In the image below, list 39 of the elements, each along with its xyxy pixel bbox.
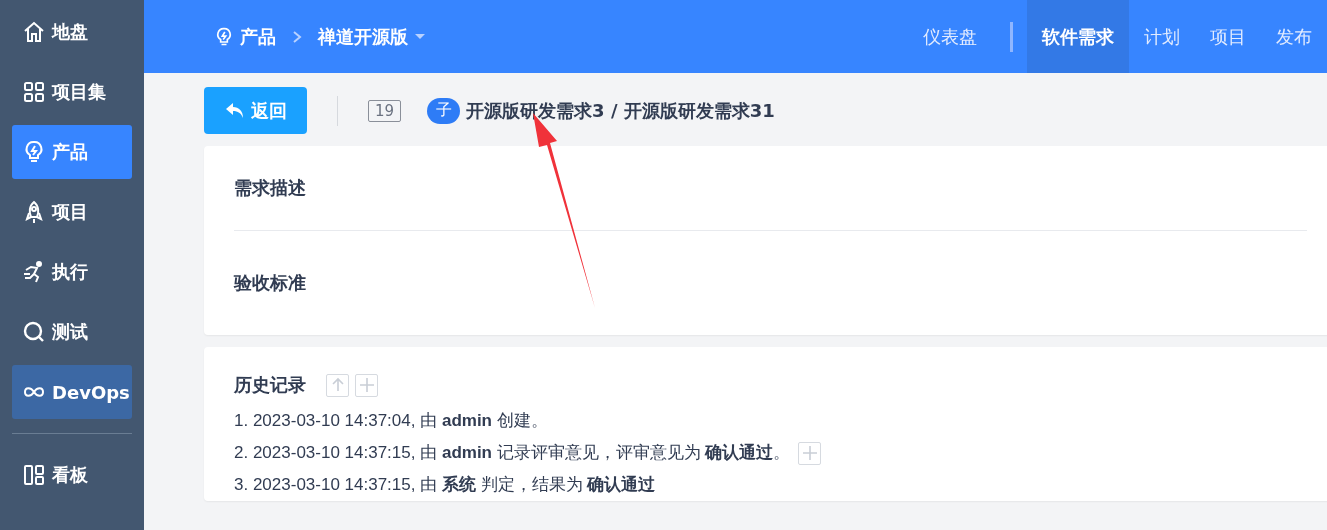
sidebar-item[interactable]: 项目集 xyxy=(12,65,132,119)
story-title: 开源版研发需求3 / 开源版研发需求31 xyxy=(466,98,775,123)
back-button[interactable]: 返回 xyxy=(204,87,307,134)
home-icon xyxy=(22,20,46,44)
sidebar-item[interactable]: 测试 xyxy=(12,305,132,359)
nav-tab[interactable]: 项目 xyxy=(1195,0,1261,73)
child-badge: 子 xyxy=(427,97,461,124)
nav-tab[interactable]: 计划 xyxy=(1129,0,1195,73)
search-icon xyxy=(22,320,46,344)
section-title: 需求描述 xyxy=(234,176,306,200)
plus-icon xyxy=(801,445,818,461)
sidebar-item[interactable]: 地盘 xyxy=(12,5,132,59)
undo-icon xyxy=(224,101,245,120)
sort-button[interactable] xyxy=(326,373,349,397)
history-entry: 3. 2023-03-10 14:37:15, 由 系统 判定，结果为 确认通过 xyxy=(234,474,656,496)
history-entry: 2. 2023-03-10 14:37:15, 由 admin 记录评审意见，评审意见为 确认通过。 xyxy=(234,442,791,464)
breadcrumb-link[interactable]: 产品 xyxy=(240,24,276,49)
expand-button[interactable] xyxy=(355,373,378,397)
nav-tab[interactable]: 软件需求 xyxy=(1027,0,1129,73)
expand-button[interactable] xyxy=(798,441,822,465)
breadcrumb-link[interactable]: 禅道开源版 xyxy=(318,24,408,49)
nav-tab[interactable]: 仪表盘 xyxy=(908,0,992,73)
board-icon xyxy=(22,463,46,487)
rocket-icon xyxy=(22,200,46,224)
lightbulb-icon xyxy=(214,25,234,48)
section-title: 历史记录 xyxy=(234,373,306,397)
grid-icon xyxy=(22,80,46,104)
section-title: 验收标准 xyxy=(234,271,306,295)
caret-icon[interactable] xyxy=(414,32,426,41)
sidebar-item[interactable]: DevOps xyxy=(12,365,132,419)
sidebar-item[interactable]: 产品 xyxy=(12,125,132,179)
lightbulb-icon xyxy=(22,140,46,164)
sidebar-item[interactable]: 项目 xyxy=(12,185,132,239)
plus-icon xyxy=(358,377,375,393)
id-label: 19 xyxy=(368,99,402,122)
sidebar-item[interactable]: 看板 xyxy=(12,448,132,502)
history-entry: 1. 2023-03-10 14:37:04, 由 admin 创建。 xyxy=(234,410,548,432)
nav-tab[interactable]: 发布 xyxy=(1261,0,1327,73)
sidebar-item[interactable]: 执行 xyxy=(12,245,132,299)
